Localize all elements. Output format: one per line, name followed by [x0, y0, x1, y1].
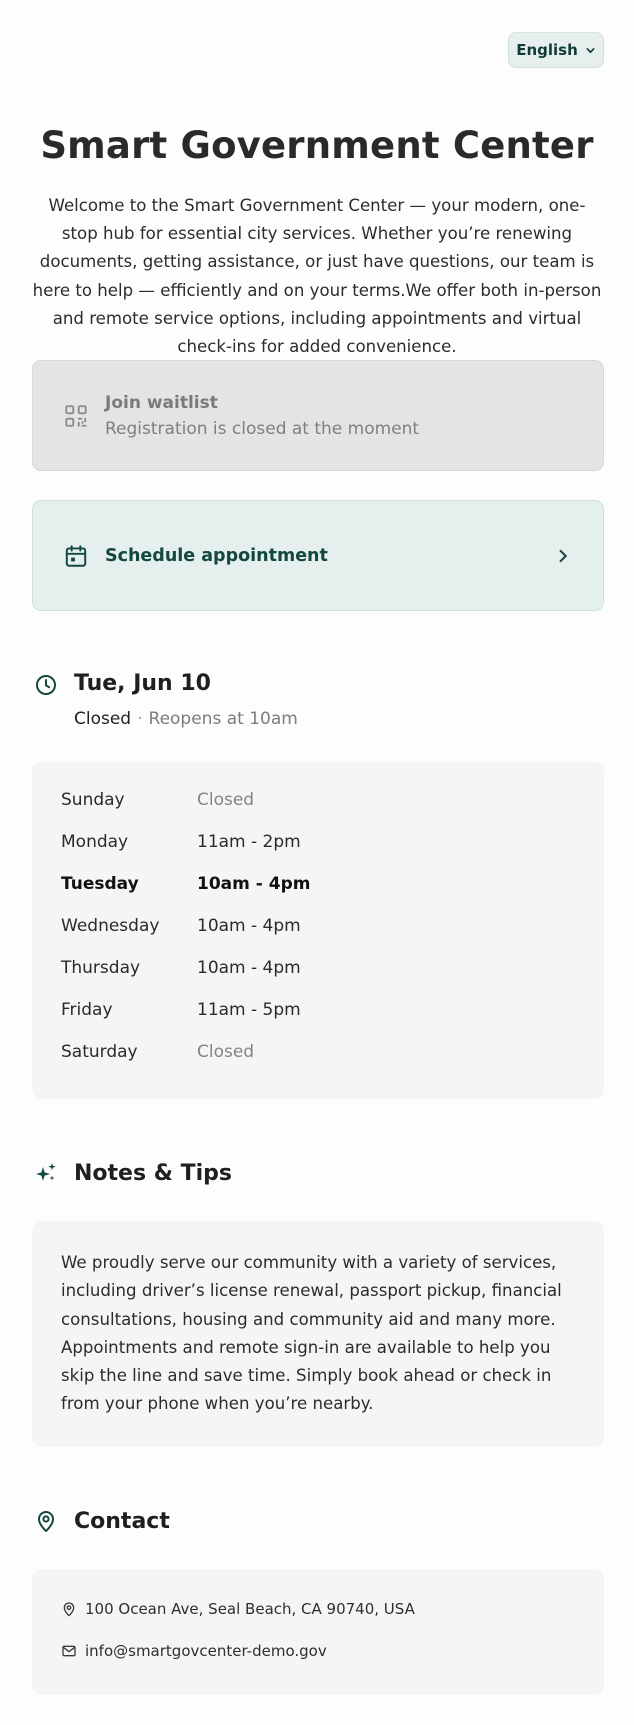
- notes-text: We proudly serve our community with a va…: [61, 1253, 562, 1414]
- contact-address: 100 Ocean Ave, Seal Beach, CA 90740, USA: [85, 1600, 415, 1618]
- hours-row-thursday: Thursday 10am - 4pm: [61, 958, 581, 982]
- hours-day: Saturday: [61, 1042, 138, 1062]
- hours-time: 10am - 4pm: [197, 874, 311, 894]
- mail-icon: [62, 1645, 76, 1657]
- hours-time: 11am - 2pm: [197, 832, 301, 852]
- hours-row-wednesday: Wednesday 10am - 4pm: [61, 916, 581, 940]
- join-waitlist-card: Join waitlist Registration is closed at …: [32, 360, 604, 471]
- map-pin-icon: [38, 1511, 54, 1532]
- hours-row-friday: Friday 11am - 5pm: [61, 1000, 581, 1024]
- notes-panel: We proudly serve our community with a va…: [32, 1221, 604, 1447]
- notes-title: Notes & Tips: [74, 1161, 232, 1186]
- status-separator: ·: [137, 709, 143, 729]
- hours-row-saturday: Saturday Closed: [61, 1042, 581, 1066]
- hours-day: Tuesday: [61, 874, 139, 894]
- contact-email: info@smartgovcenter-demo.gov: [85, 1642, 327, 1660]
- hours-row-monday: Monday 11am - 2pm: [61, 832, 581, 856]
- intro-text: Welcome to the Smart Government Center —…: [32, 196, 602, 357]
- hours-time: Closed: [197, 790, 255, 810]
- calendar-icon: [65, 544, 87, 567]
- hours-row-sunday: Sunday Closed: [61, 790, 581, 814]
- hours-time: Closed: [197, 1042, 255, 1062]
- hours-day: Friday: [61, 1000, 113, 1020]
- sparkles-icon: [36, 1163, 56, 1181]
- status-label: Closed: [74, 709, 132, 729]
- hours-time: 10am - 4pm: [197, 916, 301, 936]
- today-date: Tue, Jun 10: [74, 671, 211, 696]
- contact-title: Contact: [74, 1509, 170, 1534]
- clock-icon: [36, 675, 56, 695]
- contact-panel: 100 Ocean Ave, Seal Beach, CA 90740, USA…: [32, 1569, 604, 1695]
- waitlist-title: Join waitlist: [105, 392, 218, 413]
- language-label: English: [516, 41, 578, 59]
- hours-day: Thursday: [61, 958, 141, 978]
- opening-hours-panel: Sunday Closed Monday 11am - 2pm Tuesday …: [32, 762, 604, 1099]
- page-title: Smart Government Center: [40, 124, 594, 167]
- reopen-time: Reopens at 10am: [148, 709, 298, 729]
- hours-time: 11am - 5pm: [197, 1000, 301, 1020]
- hours-day: Sunday: [61, 790, 125, 810]
- waitlist-subtitle: Registration is closed at the moment: [105, 418, 420, 439]
- hours-day: Wednesday: [61, 916, 160, 936]
- qr-code-icon: [65, 404, 87, 427]
- hours-row-tuesday: Tuesday 10am - 4pm: [61, 874, 581, 898]
- open-status: Closed · Reopens at 10am: [74, 709, 298, 729]
- contact-email-row[interactable]: info@smartgovcenter-demo.gov: [61, 1642, 327, 1660]
- hours-day: Monday: [61, 832, 129, 852]
- contact-address-row[interactable]: 100 Ocean Ave, Seal Beach, CA 90740, USA: [61, 1600, 415, 1618]
- hours-time: 10am - 4pm: [197, 958, 301, 978]
- language-selector[interactable]: English: [508, 32, 604, 68]
- location-pin-icon: [63, 1602, 75, 1617]
- chevron-right-icon: [559, 549, 567, 562]
- schedule-label: Schedule appointment: [105, 545, 328, 566]
- schedule-appointment-button[interactable]: Schedule appointment: [32, 500, 604, 611]
- chevron-down-icon: [586, 47, 595, 53]
